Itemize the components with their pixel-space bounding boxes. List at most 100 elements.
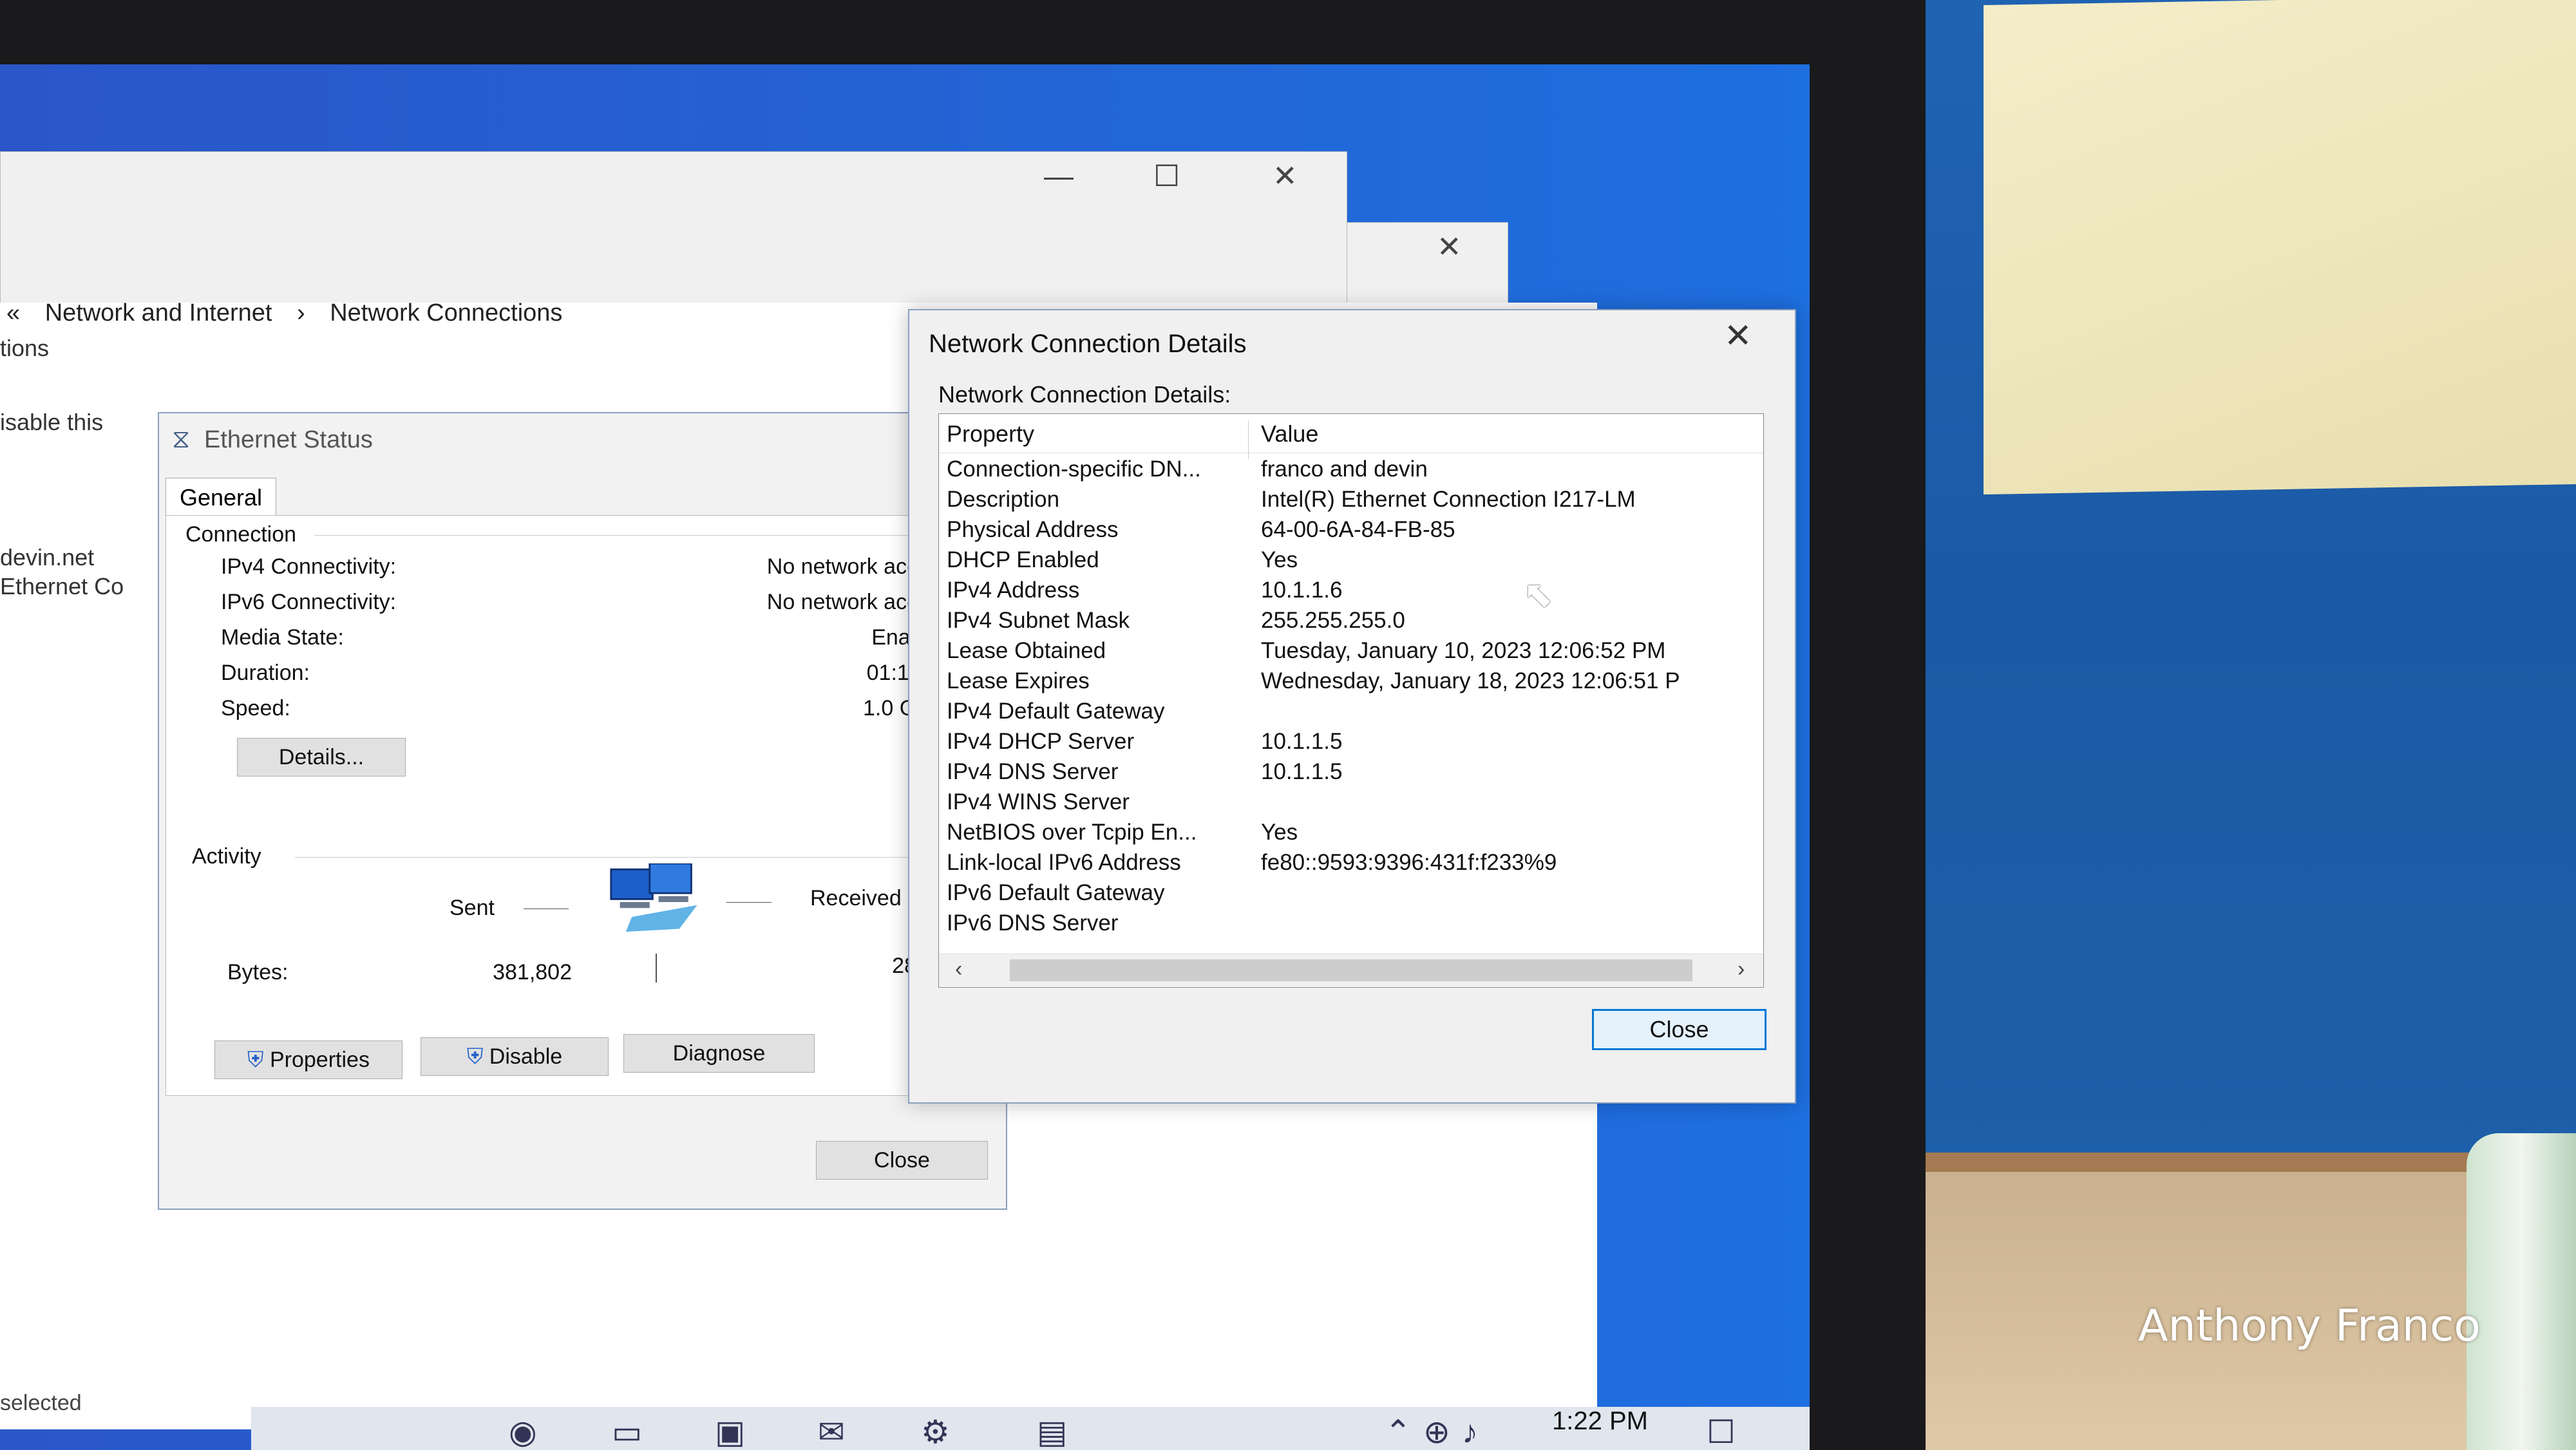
list-row[interactable]: DHCP Enabled Yes (939, 545, 1763, 575)
close-icon[interactable]: ✕ (1437, 229, 1462, 264)
breadcrumb[interactable]: « Network and Internet › Network Connect… (6, 299, 580, 327)
property-cell: IPv4 Subnet Mask (947, 608, 1130, 633)
list-row[interactable]: IPv6 DNS Server (939, 908, 1763, 938)
close-icon[interactable]: ✕ (1273, 158, 1298, 193)
received-line (726, 902, 772, 903)
disable-button-label: Disable (489, 1044, 563, 1069)
property-cell: Connection-specific DN... (947, 457, 1201, 482)
close-icon[interactable]: ✕ (1724, 317, 1752, 355)
column-separator[interactable] (1248, 420, 1249, 459)
value-cell: Wednesday, January 18, 2023 12:06:51 P (1261, 668, 1680, 693)
store-icon[interactable]: ▣ (715, 1413, 766, 1450)
bytes-sent-value: 381,802 (493, 960, 572, 984)
property-cell: IPv4 Default Gateway (947, 699, 1165, 724)
network-app-icon[interactable]: ▤ (1037, 1413, 1088, 1450)
close-button[interactable]: Close (816, 1141, 988, 1180)
breadcrumb-separator: › (297, 299, 305, 326)
divider (314, 535, 984, 536)
properties-button[interactable]: ⛨ Properties (214, 1040, 402, 1079)
edge-icon[interactable]: ◉ (509, 1413, 560, 1450)
list-row[interactable]: Description Intel(R) Ethernet Connection … (939, 484, 1763, 514)
breadcrumb-network-internet[interactable]: Network and Internet (45, 299, 272, 326)
taskbar: ◉ ▭ ▣ ✉ ⚙ ▤ ⌃ ⊕ ♪ 1:22 PM ☐ (251, 1407, 1810, 1450)
tab-general[interactable]: General (166, 478, 276, 517)
sent-label: Sent (450, 896, 495, 920)
details-button[interactable]: Details... (237, 738, 406, 777)
list-row[interactable]: IPv6 Default Gateway (939, 878, 1763, 908)
details-subtitle: Network Connection Details: (938, 381, 1231, 408)
list-row[interactable]: Lease Expires Wednesday, January 18, 2023… (939, 666, 1763, 696)
list-row[interactable]: Connection-specific DN... franco and devi… (939, 454, 1763, 484)
general-panel: Connection IPv4 Connectivity: No network… (166, 515, 998, 1096)
network-computers-icon (610, 863, 697, 932)
property-cell: NetBIOS over Tcpip En... (947, 820, 1197, 845)
bottle (2467, 1133, 2576, 1450)
folder-icon[interactable]: ▭ (612, 1413, 663, 1450)
details-list[interactable]: Property Value Connection-specific DN...… (938, 413, 1764, 988)
list-row[interactable]: IPv4 Subnet Mask 255.255.255.0 (939, 605, 1763, 636)
chevron-left-icon[interactable]: ‹ (955, 957, 962, 982)
column-header-property[interactable]: Property (947, 420, 1034, 447)
list-row[interactable]: IPv4 DNS Server 10.1.1.5 (939, 757, 1763, 787)
property-cell: Physical Address (947, 517, 1119, 542)
activity-divider (656, 954, 657, 983)
value-cell: fe80::9593:9396:431f:f233%9 (1261, 850, 1557, 875)
list-row[interactable]: IPv4 DHCP Server 10.1.1.5 (939, 726, 1763, 757)
mouse-pointer-icon: ⬉ (1523, 574, 1553, 614)
adapter-name-fragment[interactable]: devin.net (0, 544, 94, 571)
list-header: Property Value (939, 414, 1763, 459)
toolbar-disable-fragment[interactable]: isable this (0, 409, 103, 436)
value-cell: franco and devin (1261, 457, 1428, 482)
breadcrumb-back[interactable]: « (6, 299, 20, 326)
property-cell: DHCP Enabled (947, 547, 1099, 572)
media-state-label: Media State: (221, 625, 344, 650)
list-row[interactable]: IPv4 WINS Server (939, 787, 1763, 817)
close-button[interactable]: Close (1592, 1009, 1766, 1050)
minimize-icon[interactable]: — (1044, 158, 1074, 193)
list-row[interactable]: IPv4 Address 10.1.1.6 (939, 575, 1763, 605)
list-row[interactable]: Physical Address 64-00-6A-84-FB-85 (939, 514, 1763, 545)
adapter-device-fragment[interactable]: Ethernet Co (0, 573, 124, 600)
speed-label: Speed: (221, 696, 290, 720)
settings-icon[interactable]: ⚙ (921, 1413, 972, 1450)
horizontal-scrollbar[interactable]: ‹ › (939, 954, 1763, 986)
maximize-icon[interactable]: ☐ (1153, 158, 1180, 193)
chevron-right-icon[interactable]: › (1738, 957, 1745, 982)
list-row[interactable]: Lease Obtained Tuesday, January 10, 2023 … (939, 636, 1763, 666)
dialog-title: Ethernet Status (204, 426, 373, 453)
property-cell: IPv4 DHCP Server (947, 729, 1135, 754)
disable-button[interactable]: ⛨ Disable (421, 1037, 609, 1076)
property-cell: Link-local IPv6 Address (947, 850, 1181, 875)
breadcrumb-network-connections[interactable]: Network Connections (330, 299, 562, 326)
connection-group-label: Connection (185, 522, 297, 547)
value-cell: 255.255.255.0 (1261, 608, 1405, 633)
photographer-watermark: Anthony Franco (2138, 1301, 2481, 1351)
ethernet-icon: ⧖ (172, 425, 191, 453)
list-row[interactable]: Link-local IPv6 Address fe80::9593:9396:4… (939, 847, 1763, 878)
value-cell: 64-00-6A-84-FB-85 (1261, 517, 1455, 542)
activity-group-label: Activity (192, 844, 261, 869)
column-header-value[interactable]: Value (1261, 420, 1318, 447)
taskbar-clock[interactable]: 1:22 PM (1552, 1407, 1648, 1436)
value-cell: Yes (1261, 547, 1298, 572)
property-cell: Description (947, 487, 1060, 512)
list-row[interactable]: IPv4 Default Gateway (939, 696, 1763, 726)
value-cell: Tuesday, January 10, 2023 12:06:52 PM (1261, 638, 1666, 663)
diagnose-button[interactable]: Diagnose (623, 1034, 815, 1073)
value-cell: 10.1.1.5 (1261, 759, 1343, 784)
ethernet-status-dialog: ⧖ Ethernet Status General Connection IPv… (158, 412, 1007, 1210)
property-cell: Lease Obtained (947, 638, 1106, 663)
value-cell: 10.1.1.6 (1261, 578, 1343, 603)
list-row[interactable]: NetBIOS over Tcpip En... Yes (939, 817, 1763, 847)
scrollbar-thumb[interactable] (1010, 959, 1692, 981)
property-cell: IPv4 DNS Server (947, 759, 1119, 784)
status-bar-text: selected (0, 1391, 82, 1415)
posted-paper (1984, 0, 2576, 495)
received-label: Received (810, 886, 902, 910)
shield-icon: ⛨ (466, 1044, 484, 1069)
speaker-icon[interactable]: ♪ (1462, 1413, 1513, 1450)
mail-icon[interactable]: ✉ (818, 1413, 869, 1450)
network-connection-details-dialog: Network Connection Details ✕ Network Con… (908, 309, 1796, 1104)
property-cell: IPv6 DNS Server (947, 910, 1119, 936)
notification-icon[interactable]: ☐ (1707, 1413, 1758, 1450)
